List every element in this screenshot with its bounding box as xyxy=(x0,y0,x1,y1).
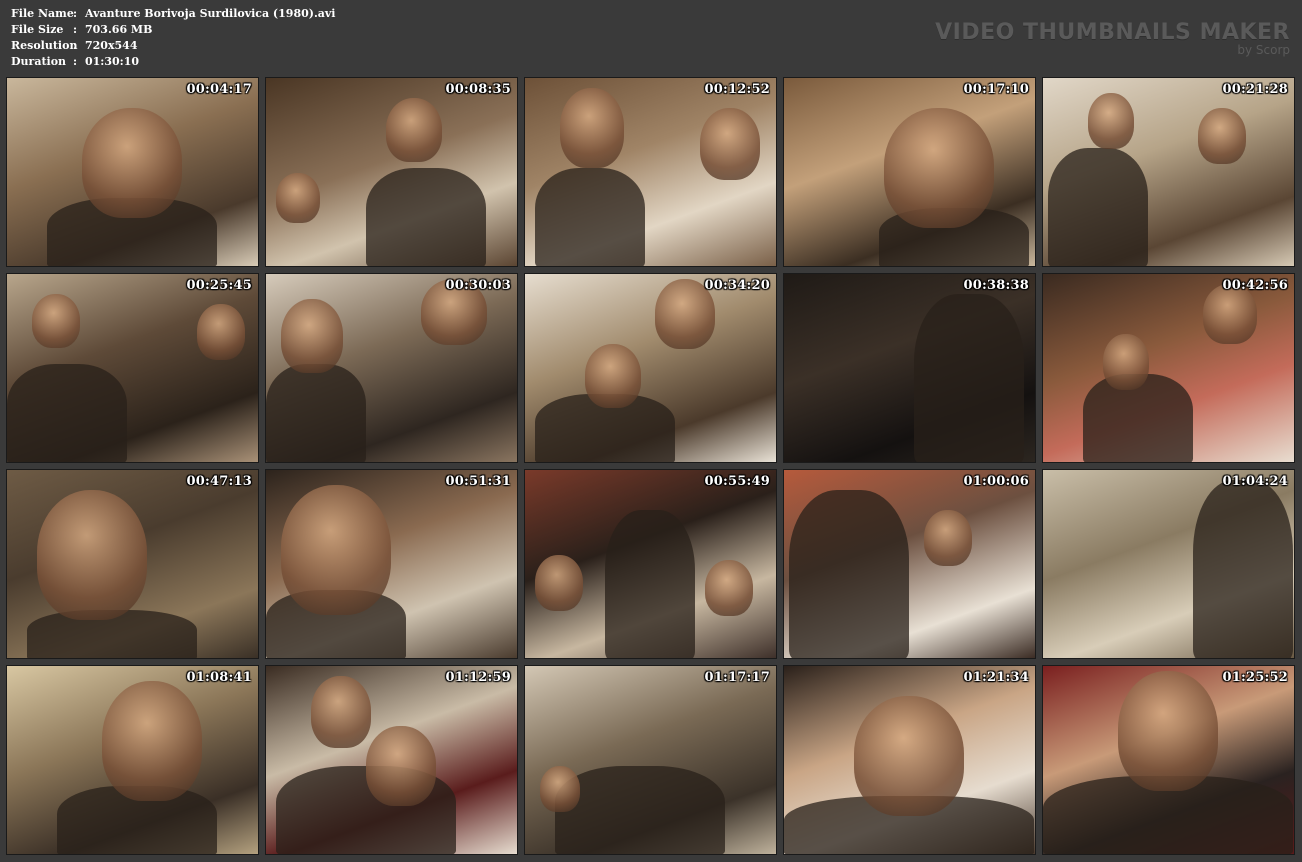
thumbnail[interactable]: 00:30:03 xyxy=(265,273,518,463)
frame-image xyxy=(784,666,1035,854)
frame-image xyxy=(525,666,776,854)
info-row-resolution: Resolution : 720x544 xyxy=(11,38,335,54)
frame-image xyxy=(266,78,517,266)
timestamp: 01:17:17 xyxy=(704,670,770,685)
thumbnail[interactable]: 01:00:06 xyxy=(783,469,1036,659)
timestamp: 00:55:49 xyxy=(704,474,770,489)
frame-image xyxy=(1043,470,1294,658)
frame-image xyxy=(7,666,258,854)
info-row-file-size: File Size : 703.66 MB xyxy=(11,22,335,38)
thumbnail[interactable]: 01:12:59 xyxy=(265,665,518,855)
timestamp: 00:17:10 xyxy=(963,82,1029,97)
timestamp: 00:12:52 xyxy=(704,82,770,97)
frame-image xyxy=(266,470,517,658)
thumbnail[interactable]: 00:25:45 xyxy=(6,273,259,463)
thumbnail[interactable]: 00:38:38 xyxy=(783,273,1036,463)
file-info: File Name : Avanture Borivoja Surdilovic… xyxy=(11,6,335,70)
resolution-label: Resolution xyxy=(11,39,78,52)
resolution-value: 720x544 xyxy=(85,39,138,52)
frame-image xyxy=(784,470,1035,658)
file-size-value: 703.66 MB xyxy=(85,23,153,36)
thumbnail[interactable]: 00:42:56 xyxy=(1042,273,1295,463)
thumbnail[interactable]: 01:25:52 xyxy=(1042,665,1295,855)
separator: : xyxy=(73,39,78,52)
timestamp: 01:25:52 xyxy=(1222,670,1288,685)
frame-image xyxy=(1043,78,1294,266)
frame-image xyxy=(1043,666,1294,854)
file-size-label: File Size xyxy=(11,23,64,36)
timestamp: 00:34:20 xyxy=(704,278,770,293)
frame-image xyxy=(266,666,517,854)
thumbnail[interactable]: 00:17:10 xyxy=(783,77,1036,267)
duration-label: Duration xyxy=(11,55,67,68)
separator: : xyxy=(73,55,78,68)
brand-watermark: VIDEO THUMBNAILS MAKER by Scorp xyxy=(935,20,1290,56)
frame-image xyxy=(7,274,258,462)
frame-image xyxy=(7,78,258,266)
frame-image xyxy=(525,274,776,462)
file-name-label: File Name xyxy=(11,7,74,20)
duration-value: 01:30:10 xyxy=(85,55,140,68)
timestamp: 00:21:28 xyxy=(1222,82,1288,97)
frame-image xyxy=(7,470,258,658)
frame-image xyxy=(784,274,1035,462)
separator: : xyxy=(73,7,78,20)
frame-image xyxy=(1043,274,1294,462)
thumbnail[interactable]: 00:21:28 xyxy=(1042,77,1295,267)
thumbnail[interactable]: 00:08:35 xyxy=(265,77,518,267)
separator: : xyxy=(73,23,78,36)
frame-image xyxy=(266,274,517,462)
file-name-value: Avanture Borivoja Surdilovica (1980).avi xyxy=(85,7,336,20)
timestamp: 00:51:31 xyxy=(445,474,511,489)
timestamp: 01:04:24 xyxy=(1222,474,1288,489)
timestamp: 00:38:38 xyxy=(963,278,1029,293)
frame-image xyxy=(525,470,776,658)
timestamp: 01:00:06 xyxy=(963,474,1029,489)
timestamp: 00:47:13 xyxy=(186,474,252,489)
timestamp: 00:04:17 xyxy=(186,82,252,97)
info-row-file-name: File Name : Avanture Borivoja Surdilovic… xyxy=(11,6,335,22)
frame-image xyxy=(784,78,1035,266)
thumbnail[interactable]: 01:17:17 xyxy=(524,665,777,855)
thumbnail[interactable]: 00:34:20 xyxy=(524,273,777,463)
timestamp: 00:30:03 xyxy=(445,278,511,293)
sheet-header: File Name : Avanture Borivoja Surdilovic… xyxy=(0,0,1302,76)
timestamp: 01:08:41 xyxy=(186,670,252,685)
thumbnail-grid: 00:04:17 00:08:35 00:12:52 00:17:10 00:2… xyxy=(6,77,1295,855)
thumbnail[interactable]: 00:12:52 xyxy=(524,77,777,267)
thumbnail[interactable]: 01:21:34 xyxy=(783,665,1036,855)
timestamp: 01:21:34 xyxy=(963,670,1029,685)
timestamp: 00:25:45 xyxy=(186,278,252,293)
thumbnail[interactable]: 01:08:41 xyxy=(6,665,259,855)
thumbnail[interactable]: 00:47:13 xyxy=(6,469,259,659)
thumbnail[interactable]: 01:04:24 xyxy=(1042,469,1295,659)
frame-image xyxy=(525,78,776,266)
timestamp: 00:08:35 xyxy=(445,82,511,97)
timestamp: 00:42:56 xyxy=(1222,278,1288,293)
timestamp: 01:12:59 xyxy=(445,670,511,685)
thumbnail[interactable]: 00:51:31 xyxy=(265,469,518,659)
thumbnail[interactable]: 00:55:49 xyxy=(524,469,777,659)
thumbnail[interactable]: 00:04:17 xyxy=(6,77,259,267)
info-row-duration: Duration : 01:30:10 xyxy=(11,54,335,70)
